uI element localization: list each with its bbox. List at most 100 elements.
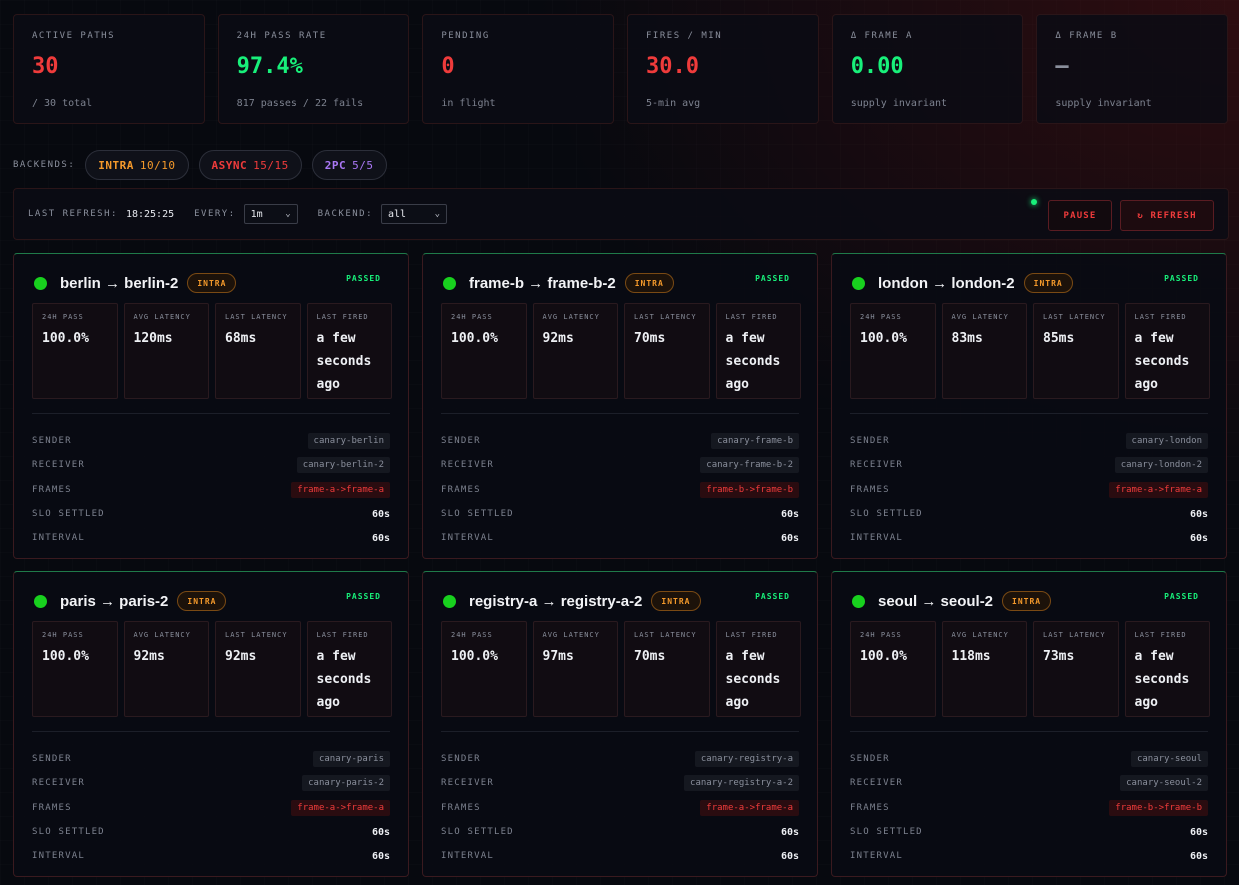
backends-filter: BACKENDS: INTRA 10/10 ASYNC 15/15 2PC 5/… (13, 150, 387, 180)
detail-row-receiver: RECEIVER canary-frame-b-2 (441, 453, 799, 477)
row-label: SLO SETTLED (441, 509, 514, 520)
detail-row-frames: FRAMES frame-a->frame-a (850, 478, 1208, 502)
metric-label: LAST LATENCY (634, 313, 697, 321)
divider (32, 413, 390, 414)
card-details: SENDER canary-seoul RECEIVER canary-seou… (850, 747, 1208, 868)
canary-card[interactable]: berlin → berlin-2 INTRA PASSED 24H PASS … (13, 253, 409, 559)
chip-count: 5/5 (352, 158, 374, 172)
metric-value: 83ms (951, 331, 983, 346)
stat-delta-frame-a: Δ FRAME A 0.00 supply invariant (831, 14, 1024, 124)
status-dot-icon (852, 594, 865, 608)
interval-select-value: 1m (250, 208, 263, 220)
stat-value: 97.4% (236, 54, 303, 79)
stat-active-paths: ACTIVE PATHS 30 / 30 total (13, 14, 205, 124)
metric-last-latency: LAST LATENCY 70ms (624, 621, 710, 717)
row-label: SLO SETTLED (850, 827, 923, 838)
metric-last-fired: LAST FIRED a few seconds ago (715, 621, 801, 717)
stat-sub: / 30 total (32, 98, 93, 109)
row-label: FRAMES (441, 484, 481, 495)
stat-sub: supply invariant (1055, 98, 1152, 109)
detail-row-frames: FRAMES frame-b->frame-b (441, 478, 799, 502)
metric-value: 97ms (542, 649, 574, 664)
status-badge: PASSED (755, 592, 790, 601)
card-metrics: 24H PASS 100.0% AVG LATENCY 83ms LAST LA… (850, 303, 1210, 399)
status-dot-icon (852, 276, 865, 290)
row-label: RECEIVER (441, 460, 494, 471)
backend-badge: INTRA (1002, 591, 1052, 611)
sender-tag: canary-frame-b (711, 433, 799, 450)
detail-row-sender: SENDER canary-london (850, 429, 1208, 453)
canary-card[interactable]: london → london-2 INTRA PASSED 24H PASS … (831, 253, 1227, 559)
canary-card[interactable]: registry-a → registry-a-2 INTRA PASSED 2… (422, 571, 818, 877)
metric-last-latency: LAST LATENCY 70ms (624, 303, 710, 399)
backend-chip-2pc[interactable]: 2PC 5/5 (311, 150, 387, 180)
interval-value: 60s (1189, 532, 1208, 544)
toolbar: LAST REFRESH: 18:25:25 EVERY: 1m ⌄ BACKE… (13, 188, 1229, 240)
divider (441, 413, 799, 414)
detail-row-interval: INTERVAL 60s (32, 526, 390, 550)
metric-value: 70ms (634, 331, 666, 346)
card-header: frame-b → frame-b-2 INTRA (443, 272, 797, 294)
metric-avg-latency: AVG LATENCY 97ms (532, 621, 618, 717)
interval-select[interactable]: 1m ⌄ (243, 204, 298, 224)
chip-name: 2PC (324, 158, 347, 172)
receiver-tag: canary-frame-b-2 (700, 457, 799, 474)
row-label: FRAMES (32, 802, 72, 813)
row-label: SLO SETTLED (850, 509, 923, 520)
slo-value: 60s (780, 826, 799, 838)
divider (32, 731, 390, 732)
metric-label: 24H PASS (42, 631, 84, 639)
metric-pass: 24H PASS 100.0% (850, 621, 936, 717)
detail-row-slo: SLO SETTLED 60s (32, 502, 390, 526)
card-metrics: 24H PASS 100.0% AVG LATENCY 92ms LAST LA… (32, 621, 392, 717)
row-label: FRAMES (441, 802, 481, 813)
refresh-button[interactable]: ↻ REFRESH (1120, 200, 1214, 231)
backend-badge: INTRA (1023, 273, 1073, 293)
stat-label: ACTIVE PATHS (32, 31, 116, 41)
card-title: seoul → seoul-2 (878, 592, 994, 610)
card-title: paris → paris-2 (60, 592, 169, 610)
metric-value: 100.0% (451, 649, 498, 664)
backend-chip-async[interactable]: ASYNC 15/15 (198, 150, 302, 180)
metric-label: AVG LATENCY (951, 313, 1009, 321)
stat-pass-rate: 24H PASS RATE 97.4% 817 passes / 22 fail… (217, 14, 410, 124)
detail-row-frames: FRAMES frame-a->frame-a (32, 478, 390, 502)
row-label: SENDER (850, 436, 890, 447)
canary-card[interactable]: frame-b → frame-b-2 INTRA PASSED 24H PAS… (422, 253, 818, 559)
row-label: RECEIVER (850, 778, 903, 789)
metric-pass: 24H PASS 100.0% (32, 621, 118, 717)
card-title: berlin → berlin-2 (60, 274, 179, 292)
metric-value: 100.0% (42, 649, 89, 664)
row-label: INTERVAL (441, 533, 494, 544)
metric-value: 92ms (542, 331, 574, 346)
metric-label: 24H PASS (451, 313, 493, 321)
interval-value: 60s (780, 532, 799, 544)
receiver-tag: canary-seoul-2 (1120, 775, 1208, 792)
backend-chip-intra[interactable]: INTRA 10/10 (85, 150, 189, 180)
interval-value: 60s (371, 532, 390, 544)
metric-value: 100.0% (42, 331, 89, 346)
metric-label: LAST LATENCY (1043, 313, 1106, 321)
detail-row-sender: SENDER canary-registry-a (441, 747, 799, 771)
pause-button[interactable]: PAUSE (1048, 200, 1112, 231)
stat-label: Δ FRAME B (1055, 31, 1118, 41)
metric-value: a few seconds ago (316, 649, 372, 710)
card-details: SENDER canary-berlin RECEIVER canary-ber… (32, 429, 390, 550)
canary-card[interactable]: seoul → seoul-2 INTRA PASSED 24H PASS 10… (831, 571, 1227, 877)
status-dot-icon (34, 594, 47, 608)
divider (850, 731, 1208, 732)
metric-avg-latency: AVG LATENCY 118ms (941, 621, 1027, 717)
metric-value: 100.0% (451, 331, 498, 346)
card-header: london → london-2 INTRA (852, 272, 1206, 294)
row-label: FRAMES (850, 802, 890, 813)
backend-badge: INTRA (177, 591, 227, 611)
row-label: SENDER (441, 754, 481, 765)
metric-value: 68ms (225, 331, 257, 346)
detail-row-sender: SENDER canary-paris (32, 747, 390, 771)
metric-label: AVG LATENCY (133, 313, 191, 321)
canary-card[interactable]: paris → paris-2 INTRA PASSED 24H PASS 10… (13, 571, 409, 877)
stat-sub: 817 passes / 22 fails (236, 98, 364, 109)
backend-select[interactable]: all ⌄ (381, 204, 447, 224)
detail-row-interval: INTERVAL 60s (850, 844, 1208, 868)
row-label: INTERVAL (32, 851, 85, 862)
